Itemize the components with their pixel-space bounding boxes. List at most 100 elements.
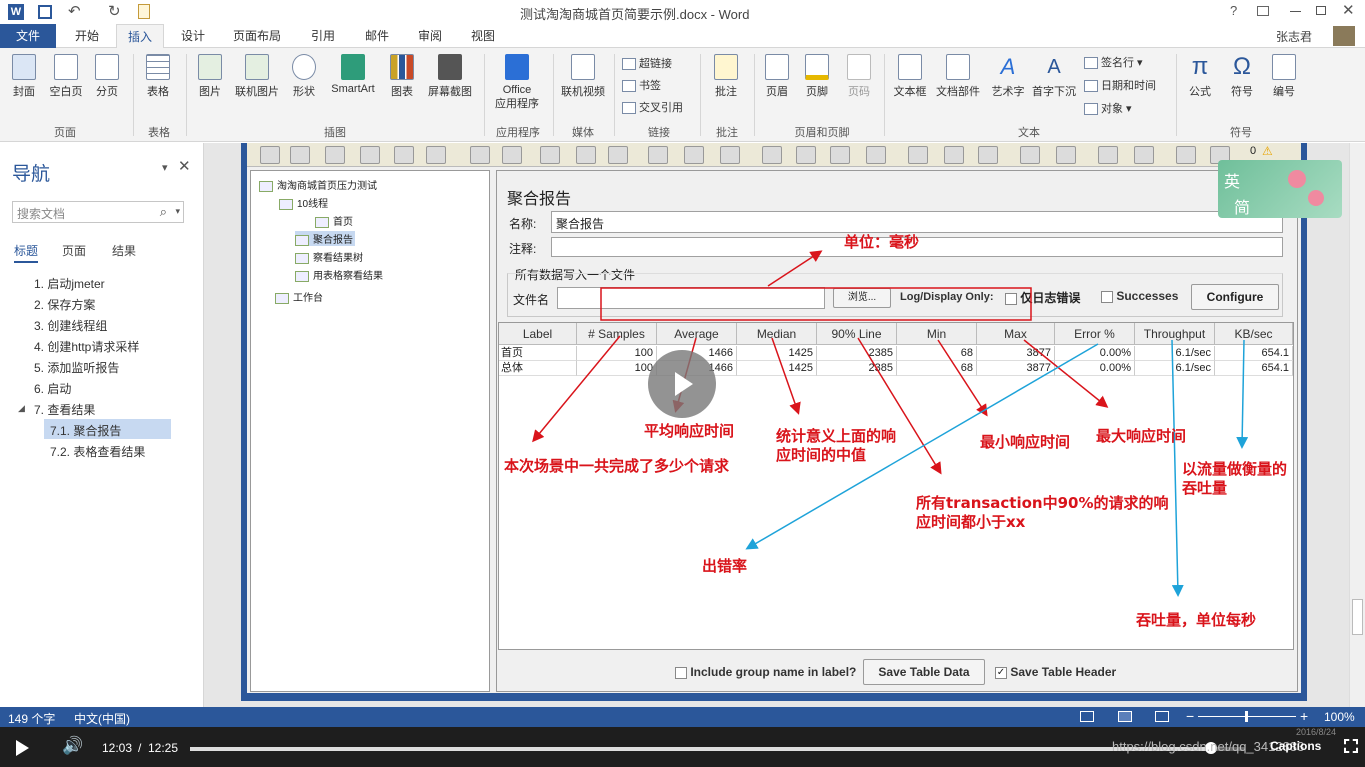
video-play-button[interactable] [648, 350, 716, 418]
quick-parts-button[interactable]: 文档部件 [932, 54, 984, 99]
save-icon[interactable] [38, 5, 52, 19]
configure-button[interactable]: Configure [1191, 284, 1279, 310]
print-layout-icon[interactable] [1118, 711, 1132, 722]
column-header[interactable]: Average [657, 323, 737, 345]
jmeter-toolbar-button[interactable] [796, 146, 816, 164]
ime-widget[interactable]: 英 简 [1218, 160, 1342, 218]
browse-button[interactable]: 浏览... [833, 288, 891, 308]
cover-button[interactable]: 封面 [8, 54, 40, 99]
signature-line-button[interactable]: 签名行 ▾ [1084, 53, 1143, 73]
ime-lang[interactable]: 英 [1224, 168, 1240, 192]
save-table-button[interactable]: Save Table Data [863, 659, 985, 685]
ribbon-display-icon[interactable] [1257, 6, 1269, 16]
column-header[interactable]: Median [737, 323, 817, 345]
jmeter-toolbar-button[interactable] [502, 146, 522, 164]
jmeter-toolbar-button[interactable] [325, 146, 345, 164]
jmeter-toolbar-button[interactable] [1134, 146, 1154, 164]
column-header[interactable]: Throughput [1135, 323, 1215, 345]
page-break-button[interactable]: 分页 [90, 54, 124, 99]
nav-item[interactable]: 4. 创建http请求采样 [34, 338, 139, 355]
column-header[interactable]: Error % [1055, 323, 1135, 345]
dropcap-button[interactable]: A 首字下沉 [1028, 54, 1080, 99]
jmeter-toolbar-button[interactable] [684, 146, 704, 164]
column-header[interactable]: Label [499, 323, 577, 345]
tree-node-table-results[interactable]: 用表格察看结果 [295, 267, 383, 282]
tab-layout[interactable]: 页面布局 [224, 24, 290, 48]
jmeter-toolbar-button[interactable] [866, 146, 886, 164]
jmeter-toolbar-button[interactable] [290, 146, 310, 164]
column-header[interactable]: Min [897, 323, 977, 345]
vertical-scrollbar[interactable] [1349, 143, 1365, 707]
tab-home[interactable]: 开始 [62, 24, 112, 48]
errors-checkbox[interactable]: 仅日志错误 [1005, 289, 1080, 306]
tree-node-testplan[interactable]: 淘淘商城首页压力测试 [259, 177, 377, 192]
bookmark-button[interactable]: 书签 [622, 76, 661, 96]
nav-tab-pages[interactable]: 页面 [62, 242, 86, 259]
nav-item[interactable]: 7.2. 表格查看结果 [50, 443, 145, 460]
jmeter-toolbar-button[interactable] [648, 146, 668, 164]
language[interactable]: 中文(中国) [74, 710, 130, 727]
jmeter-toolbar-button[interactable] [426, 146, 446, 164]
jmeter-toolbar-button[interactable] [608, 146, 628, 164]
tree-node-result-tree[interactable]: 察看结果树 [295, 249, 363, 264]
tab-insert[interactable]: 插入 [116, 24, 164, 48]
wordart-button[interactable]: A 艺术字 [986, 54, 1030, 99]
tab-references[interactable]: 引用 [298, 24, 348, 48]
jmeter-toolbar-button[interactable] [720, 146, 740, 164]
nav-item[interactable]: 6. 启动 [34, 380, 71, 397]
comment-button[interactable]: 批注 [708, 54, 744, 99]
table-button[interactable]: 表格 [140, 54, 176, 99]
shapes-button[interactable]: 形状 [288, 54, 320, 99]
minimize-icon[interactable] [1290, 11, 1301, 12]
successes-checkbox[interactable]: Successes [1101, 289, 1178, 303]
jmeter-toolbar-button[interactable] [394, 146, 414, 164]
jmeter-toolbar-button[interactable] [1176, 146, 1196, 164]
jmeter-toolbar-button[interactable] [260, 146, 280, 164]
read-mode-icon[interactable] [1080, 711, 1094, 722]
name-field[interactable]: 聚合报告 [551, 211, 1283, 233]
jmeter-toolbar-button[interactable] [908, 146, 928, 164]
zoom-in-icon[interactable]: + [1300, 708, 1308, 724]
jmeter-toolbar-button[interactable] [978, 146, 998, 164]
tree-node-workbench[interactable]: 工作台 [275, 289, 323, 304]
column-header[interactable]: # Samples [577, 323, 657, 345]
volume-icon[interactable]: 🔊 [62, 736, 83, 756]
search-dropdown-icon[interactable]: ▾ [175, 206, 180, 217]
word-count[interactable]: 149 个字 [8, 710, 55, 727]
tab-design[interactable]: 设计 [168, 24, 218, 48]
chart-button[interactable]: 图表 [386, 54, 418, 99]
object-button[interactable]: 对象 ▾ [1084, 99, 1132, 119]
zoom-level[interactable]: 100% [1324, 710, 1355, 724]
restore-icon[interactable] [1316, 6, 1326, 15]
jmeter-toolbar-button[interactable] [360, 146, 380, 164]
jmeter-toolbar-button[interactable] [576, 146, 596, 164]
header-button[interactable]: 页眉 [760, 54, 794, 99]
jmeter-toolbar-button[interactable] [470, 146, 490, 164]
cross-reference-button[interactable]: 交叉引用 [622, 98, 683, 118]
tree-node-threadgroup[interactable]: 10线程 [279, 195, 328, 210]
new-doc-icon[interactable] [138, 4, 150, 19]
picture-button[interactable]: 图片 [194, 54, 226, 99]
textbox-button[interactable]: 文本框 [890, 54, 930, 99]
collapse-icon[interactable]: ◢ [18, 403, 25, 414]
nav-item[interactable]: 7.1. 聚合报告 [50, 422, 121, 439]
search-icon[interactable]: ⌕ [160, 204, 167, 220]
jmeter-toolbar-button[interactable] [830, 146, 850, 164]
tab-review[interactable]: 审阅 [405, 24, 455, 48]
symbol-button[interactable]: Ω 符号 [1222, 54, 1262, 99]
tab-view[interactable]: 视图 [458, 24, 508, 48]
nav-item[interactable]: 3. 创建线程组 [34, 317, 107, 334]
office-apps-button[interactable]: Office 应用程序 [486, 54, 548, 111]
fullscreen-icon[interactable] [1344, 739, 1358, 753]
scroll-thumb[interactable] [1352, 599, 1363, 635]
smartart-button[interactable]: SmartArt [324, 54, 382, 95]
nav-search-input[interactable]: 搜索文档 ⌕ ▾ [12, 201, 184, 223]
column-header[interactable]: 90% Line [817, 323, 897, 345]
date-time-button[interactable]: 日期和时间 [1084, 76, 1156, 96]
user-name[interactable]: 张志君 [1276, 28, 1312, 45]
page-number-button[interactable]: 页码 [842, 54, 876, 99]
tree-node-aggregate[interactable]: 聚合报告 [295, 231, 355, 246]
nav-tab-headings[interactable]: 标题 [14, 242, 39, 263]
close-icon[interactable]: ✕ [1342, 1, 1355, 19]
hyperlink-button[interactable]: 超链接 [622, 54, 672, 74]
